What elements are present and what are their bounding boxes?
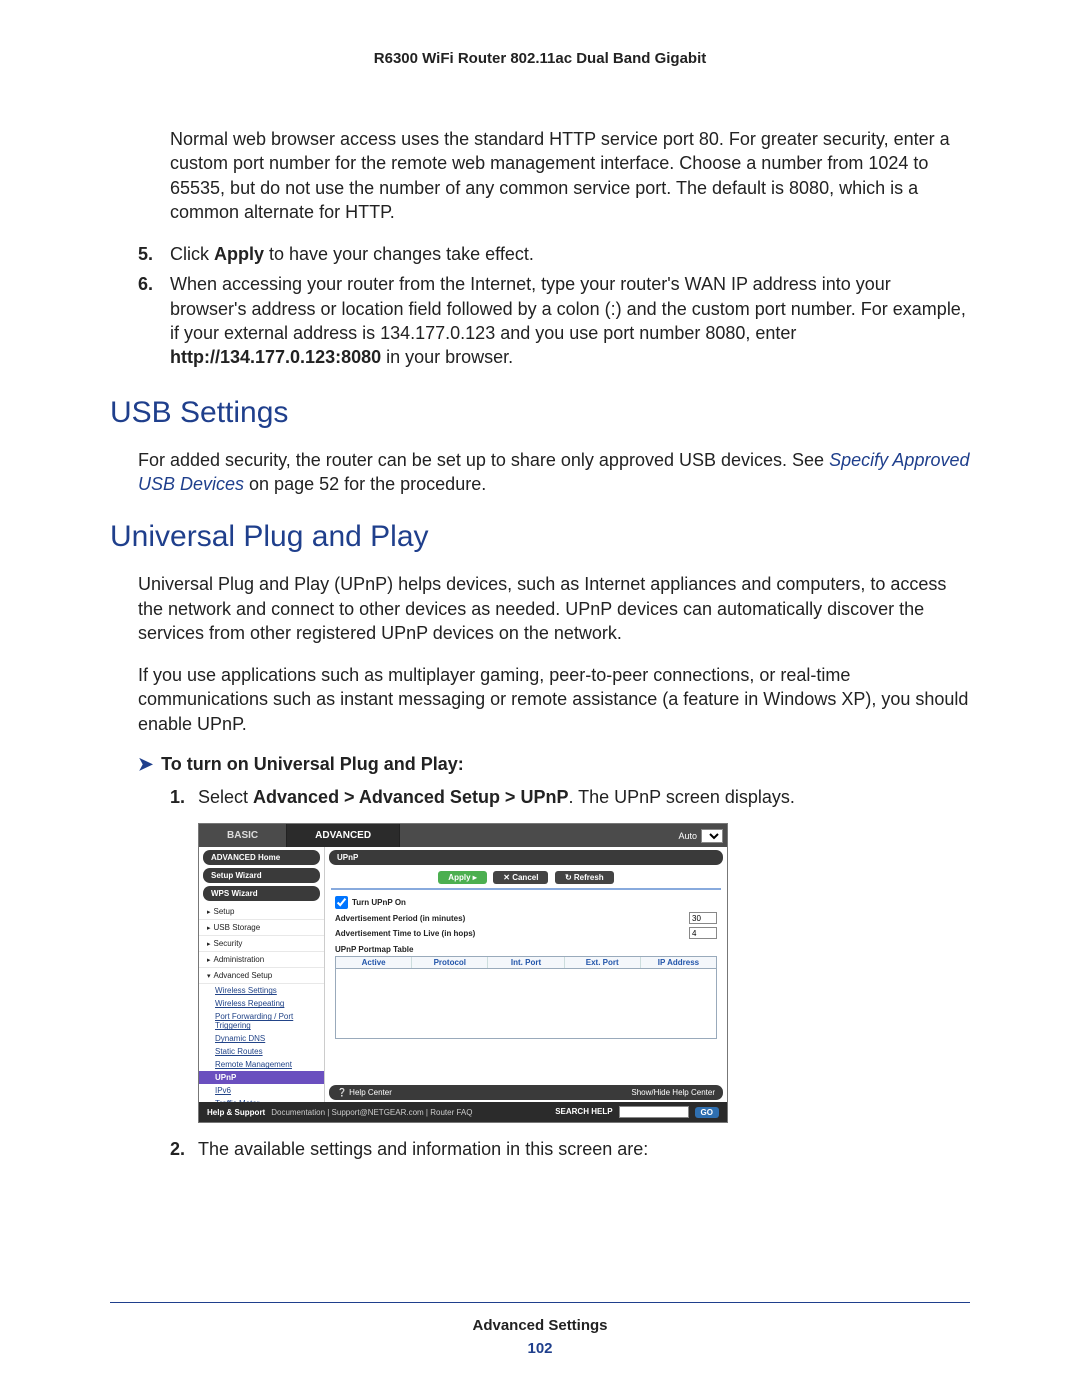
cancel-button[interactable]: ✕ Cancel (493, 871, 548, 884)
step-number: 6. (138, 272, 153, 296)
portmap-table-header: Active Protocol Int. Port Ext. Port IP A… (335, 956, 717, 969)
adv-period-input[interactable] (689, 912, 717, 924)
step-text-bold: Apply (214, 244, 264, 264)
adv-ttl-input[interactable] (689, 927, 717, 939)
language-select[interactable]: Auto (678, 829, 723, 843)
step-text-pre: When accessing your router from the Inte… (170, 274, 966, 343)
apply-button[interactable]: Apply ▸ (438, 871, 486, 884)
procedure-step-2: 2. The available settings and informatio… (170, 1137, 970, 1161)
sidebar-sub-remote-management[interactable]: Remote Management (199, 1058, 324, 1071)
step-text-post: to have your changes take effect. (264, 244, 534, 264)
show-hide-help-link[interactable]: Show/Hide Help Center (631, 1088, 715, 1097)
adv-period-row: Advertisement Period (in minutes) (335, 912, 717, 924)
step-text-bold: Advanced > Advanced Setup > UPnP (253, 787, 568, 807)
sidebar-item-advanced-home[interactable]: ADVANCED Home (203, 850, 320, 865)
sidebar-item-setup[interactable]: Setup (199, 904, 324, 920)
procedure-list: 1. Select Advanced > Advanced Setup > UP… (170, 785, 970, 809)
turn-upnp-on-label: Turn UPnP On (352, 898, 717, 907)
usb-paragraph: For added security, the router can be se… (138, 448, 970, 497)
sidebar-sub-ipv6[interactable]: IPv6 (199, 1084, 324, 1097)
refresh-button[interactable]: ↻ Refresh (555, 871, 614, 884)
footer-section-name: Advanced Settings (110, 1317, 970, 1334)
tab-bar: BASIC ADVANCED Auto (199, 824, 727, 847)
step-5: 5. Click Apply to have your changes take… (138, 242, 970, 266)
sidebar: ADVANCED Home Setup Wizard WPS Wizard Se… (199, 847, 325, 1102)
sidebar-item-advanced-setup[interactable]: Advanced Setup (199, 968, 324, 984)
sidebar-item-wps-wizard[interactable]: WPS Wizard (203, 886, 320, 901)
step-number: 5. (138, 242, 153, 266)
heading-upnp: Universal Plug and Play (110, 520, 970, 554)
intro-paragraph: Normal web browser access uses the stand… (170, 127, 970, 224)
footer-page-number: 102 (110, 1340, 970, 1357)
triangle-bullet-icon: ➤ (138, 754, 153, 774)
upnp-paragraph-2: If you use applications such as multipla… (138, 663, 970, 736)
step-text: The available settings and information i… (198, 1139, 648, 1159)
sidebar-sub-wireless-settings[interactable]: Wireless Settings (199, 984, 324, 997)
step-text-post: . The UPnP screen displays. (568, 787, 794, 807)
step-text-pre: Select (198, 787, 253, 807)
procedure-heading-text: To turn on Universal Plug and Play: (161, 754, 464, 774)
help-center-label: ❔ Help Center (337, 1088, 392, 1097)
col-ext-port: Ext. Port (565, 957, 641, 968)
sidebar-sub-upnp[interactable]: UPnP (199, 1071, 324, 1084)
procedure-step-1: 1. Select Advanced > Advanced Setup > UP… (170, 785, 970, 809)
usb-para-pre: For added security, the router can be se… (138, 450, 829, 470)
document-header: R6300 WiFi Router 802.11ac Dual Band Gig… (110, 50, 970, 67)
procedure-heading: ➤ To turn on Universal Plug and Play: (138, 754, 970, 775)
turn-upnp-on-checkbox[interactable] (335, 896, 348, 909)
sidebar-item-security[interactable]: Security (199, 936, 324, 952)
adv-period-label: Advertisement Period (in minutes) (335, 914, 689, 923)
sidebar-sub-static-routes[interactable]: Static Routes (199, 1045, 324, 1058)
step-text-pre: Click (170, 244, 214, 264)
language-label: Auto (678, 831, 697, 841)
main-panel: UPnP Apply ▸ ✕ Cancel ↻ Refresh Turn UPn… (325, 847, 727, 1102)
page-footer: Advanced Settings 102 (110, 1302, 970, 1357)
sidebar-sub-wireless-repeating[interactable]: Wireless Repeating (199, 997, 324, 1010)
tab-advanced[interactable]: ADVANCED (287, 824, 400, 847)
footer-title: Help & Support (207, 1108, 265, 1117)
sidebar-item-usb-storage[interactable]: USB Storage (199, 920, 324, 936)
heading-usb-settings: USB Settings (110, 396, 970, 430)
step-text-bold: http://134.177.0.123:8080 (170, 347, 381, 367)
portmap-table-title: UPnP Portmap Table (335, 945, 717, 954)
procedure-list-cont: 2. The available settings and informatio… (170, 1137, 970, 1161)
step-6: 6. When accessing your router from the I… (138, 272, 970, 369)
sidebar-sub-port-forwarding[interactable]: Port Forwarding / Port Triggering (199, 1010, 324, 1032)
help-center-bar[interactable]: ❔ Help Center Show/Hide Help Center (329, 1085, 723, 1100)
usb-para-post: on page 52 for the procedure. (244, 474, 486, 494)
step-number: 2. (170, 1137, 185, 1161)
turn-upnp-on-row: Turn UPnP On (335, 896, 717, 909)
col-protocol: Protocol (412, 957, 488, 968)
adv-ttl-row: Advertisement Time to Live (in hops) (335, 927, 717, 939)
button-row: Apply ▸ ✕ Cancel ↻ Refresh (325, 867, 727, 888)
language-dropdown[interactable] (701, 829, 723, 843)
search-help-input[interactable] (619, 1106, 689, 1118)
sidebar-item-setup-wizard[interactable]: Setup Wizard (203, 868, 320, 883)
settings-panel: Turn UPnP On Advertisement Period (in mi… (331, 888, 721, 1083)
step-list-top: 5. Click Apply to have your changes take… (138, 242, 970, 369)
col-active: Active (336, 957, 412, 968)
search-help-label: SEARCH HELP (555, 1108, 612, 1116)
tab-basic[interactable]: BASIC (199, 824, 287, 847)
footer-links[interactable]: Documentation | Support@NETGEAR.com | Ro… (271, 1108, 472, 1117)
portmap-table-body (335, 969, 717, 1039)
go-button[interactable]: GO (695, 1107, 719, 1118)
step-text-post: in your browser. (381, 347, 513, 367)
adv-ttl-label: Advertisement Time to Live (in hops) (335, 929, 689, 938)
sidebar-item-administration[interactable]: Administration (199, 952, 324, 968)
router-admin-screenshot: BASIC ADVANCED Auto ADVANCED Home Setup … (198, 823, 728, 1123)
step-number: 1. (170, 785, 185, 809)
col-int-port: Int. Port (488, 957, 564, 968)
panel-title: UPnP (329, 850, 723, 865)
col-ip-address: IP Address (641, 957, 716, 968)
sidebar-sub-dynamic-dns[interactable]: Dynamic DNS (199, 1032, 324, 1045)
footer-bar: Help & Support Documentation | Support@N… (199, 1102, 727, 1122)
upnp-paragraph-1: Universal Plug and Play (UPnP) helps dev… (138, 572, 970, 645)
